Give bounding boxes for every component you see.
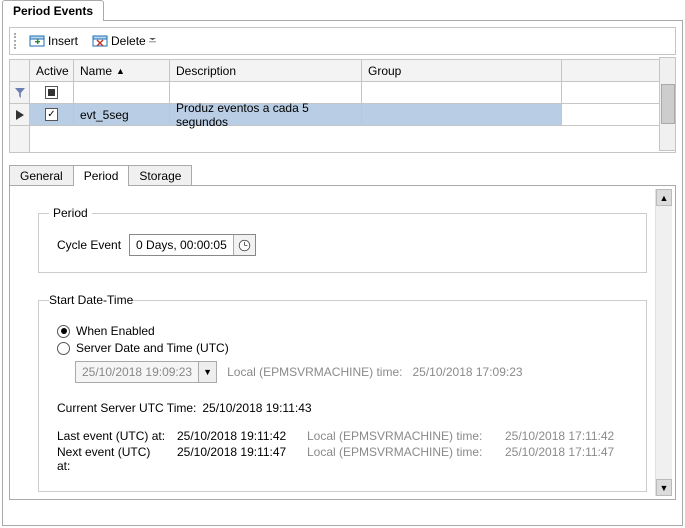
- scrollbar-thumb[interactable]: [661, 84, 675, 124]
- grid-header: Active Name ▲ Description Group: [30, 60, 675, 82]
- current-utc-label: Current Server UTC Time:: [57, 401, 196, 415]
- filter-name[interactable]: [74, 82, 170, 103]
- col-name-label: Name: [80, 64, 112, 78]
- scroll-track[interactable]: [656, 206, 672, 479]
- radio-icon-unselected[interactable]: [57, 342, 70, 355]
- cycle-event-value: 0 Days, 00:00:05: [130, 238, 233, 252]
- tab-period-panel: Period Cycle Event 0 Days, 00:00:05 Star…: [9, 185, 676, 500]
- cycle-event-label: Cycle Event: [57, 238, 121, 252]
- sort-asc-icon: ▲: [116, 66, 125, 76]
- datetime-input[interactable]: 25/10/2018 19:09:23 ▼: [75, 361, 217, 383]
- next-event-label: Next event (UTC) at:: [57, 445, 167, 473]
- cycle-event-input[interactable]: 0 Days, 00:00:05: [129, 234, 256, 256]
- grid-gutter: [10, 60, 30, 152]
- datetime-value: 25/10/2018 19:09:23: [76, 365, 198, 379]
- col-active[interactable]: Active: [30, 60, 74, 81]
- dropdown-icon[interactable]: [149, 38, 157, 45]
- table-row[interactable]: ✓ evt_5seg Produz eventos a cada 5 segun…: [30, 104, 675, 126]
- tab-period[interactable]: Period: [74, 165, 130, 186]
- delete-label: Delete: [111, 34, 146, 48]
- detail-tabs: General Period Storage: [9, 165, 676, 186]
- period-legend: Period: [49, 206, 92, 220]
- next-local-label: Local (EPMSVRMACHINE) time:: [307, 445, 495, 473]
- col-name[interactable]: Name ▲: [74, 60, 170, 81]
- grid-scrollbar[interactable]: [659, 57, 676, 151]
- events-grid: Active Name ▲ Description Group ✓ evt_5s…: [9, 59, 676, 153]
- tab-general[interactable]: General: [9, 165, 74, 186]
- active-checkbox[interactable]: ✓: [45, 108, 58, 121]
- outer-tab-period-events[interactable]: Period Events: [2, 0, 104, 21]
- period-group: Period Cycle Event 0 Days, 00:00:05: [38, 206, 647, 273]
- last-event-label: Last event (UTC) at:: [57, 429, 167, 443]
- current-utc-value: 25/10/2018 19:11:43: [202, 401, 311, 415]
- filter-group[interactable]: [362, 82, 562, 103]
- scroll-up-icon[interactable]: ▲: [656, 189, 672, 206]
- filter-row-icon[interactable]: [10, 82, 29, 104]
- insert-icon: [29, 33, 45, 49]
- filter-active[interactable]: [30, 82, 74, 103]
- last-event-value: 25/10/2018 19:11:42: [177, 429, 297, 443]
- current-row-icon: [10, 104, 29, 126]
- insert-button[interactable]: Insert: [24, 30, 83, 52]
- main-panel: Insert Delete Active: [2, 20, 683, 526]
- delete-button[interactable]: Delete: [87, 30, 162, 52]
- filter-checkbox-icon[interactable]: [45, 86, 58, 99]
- start-datetime-group: Start Date-Time When Enabled Server Date…: [38, 293, 647, 492]
- panel-scrollbar[interactable]: ▲ ▼: [655, 189, 672, 496]
- cell-name[interactable]: evt_5seg: [74, 104, 170, 125]
- toolbar: Insert Delete: [9, 27, 676, 55]
- chevron-down-icon[interactable]: ▼: [198, 362, 216, 382]
- clock-icon[interactable]: [233, 235, 255, 255]
- sdt-legend: Start Date-Time: [49, 293, 133, 307]
- radio-when-enabled[interactable]: When Enabled: [57, 324, 628, 338]
- gutter-header: [10, 60, 29, 82]
- radio-server-utc[interactable]: Server Date and Time (UTC): [57, 341, 628, 355]
- delete-icon: [92, 33, 108, 49]
- tab-storage[interactable]: Storage: [129, 165, 192, 186]
- next-event-value: 25/10/2018 19:11:47: [177, 445, 297, 473]
- insert-label: Insert: [48, 34, 78, 48]
- cell-active[interactable]: ✓: [30, 104, 74, 125]
- local-time-value: 25/10/2018 17:09:23: [412, 365, 522, 379]
- local-time-label: Local (EPMSVRMACHINE) time:: [227, 365, 402, 379]
- col-group[interactable]: Group: [362, 60, 562, 81]
- next-local-value: 25/10/2018 17:11:47: [505, 445, 614, 473]
- last-local-label: Local (EPMSVRMACHINE) time:: [307, 429, 495, 443]
- cell-group[interactable]: [362, 104, 562, 125]
- server-utc-label: Server Date and Time (UTC): [76, 341, 229, 355]
- scroll-down-icon[interactable]: ▼: [656, 479, 672, 496]
- last-local-value: 25/10/2018 17:11:42: [505, 429, 614, 443]
- col-description[interactable]: Description: [170, 60, 362, 81]
- when-enabled-label: When Enabled: [76, 324, 155, 338]
- cell-description[interactable]: Produz eventos a cada 5 segundos: [170, 104, 362, 125]
- radio-icon-selected[interactable]: [57, 325, 70, 338]
- toolbar-grip-icon: [14, 33, 18, 49]
